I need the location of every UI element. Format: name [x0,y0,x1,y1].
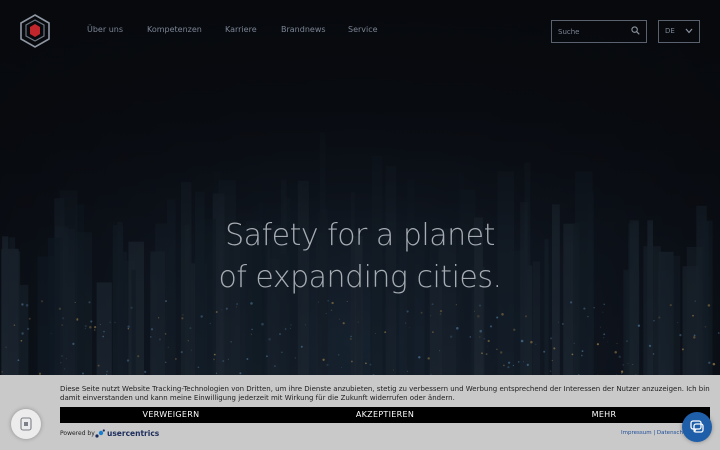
accept-button[interactable]: AKZEPTIEREN [272,407,498,423]
nav-item-brandnews[interactable]: Brandnews [281,25,326,34]
legal-links[interactable]: Impressum | Datenschu [621,430,686,436]
nav-item-ueber-uns[interactable]: Über uns [87,25,123,34]
search-box[interactable] [551,20,647,43]
nav-item-service[interactable]: Service [348,25,378,34]
search-input[interactable] [558,24,628,39]
language-value: DE [665,27,675,35]
chat-button[interactable] [682,412,712,442]
search-icon[interactable] [631,26,640,35]
nav-item-kompetenzen[interactable]: Kompetenzen [147,25,202,34]
hexagon-logo-icon[interactable] [20,14,50,48]
top-navigation: Über uns Kompetenzen Karriere Brandnews … [0,0,720,64]
nav-item-karriere[interactable]: Karriere [225,25,257,34]
more-button[interactable]: MEHR [498,407,710,423]
chevron-down-icon [685,28,693,34]
deny-button[interactable]: VERWEIGERN [60,407,282,423]
powered-by-label: Powered by [60,430,95,437]
fingerprint-icon [20,417,32,431]
usercentrics-brand: usercentrics [107,429,160,438]
cookie-consent-banner: Diese Seite nutzt Website Tracking-Techn… [0,375,720,450]
usercentrics-icon [95,429,105,438]
chat-bubble-icon [690,420,704,433]
privacy-settings-button[interactable] [11,409,41,439]
hero-headline-line-2: of expanding cities. [218,260,502,295]
consent-text: Diese Seite nutzt Website Tracking-Techn… [60,385,710,402]
hero-headline-line-1: Safety for a planet [225,218,495,253]
language-select[interactable]: DE [658,20,700,43]
